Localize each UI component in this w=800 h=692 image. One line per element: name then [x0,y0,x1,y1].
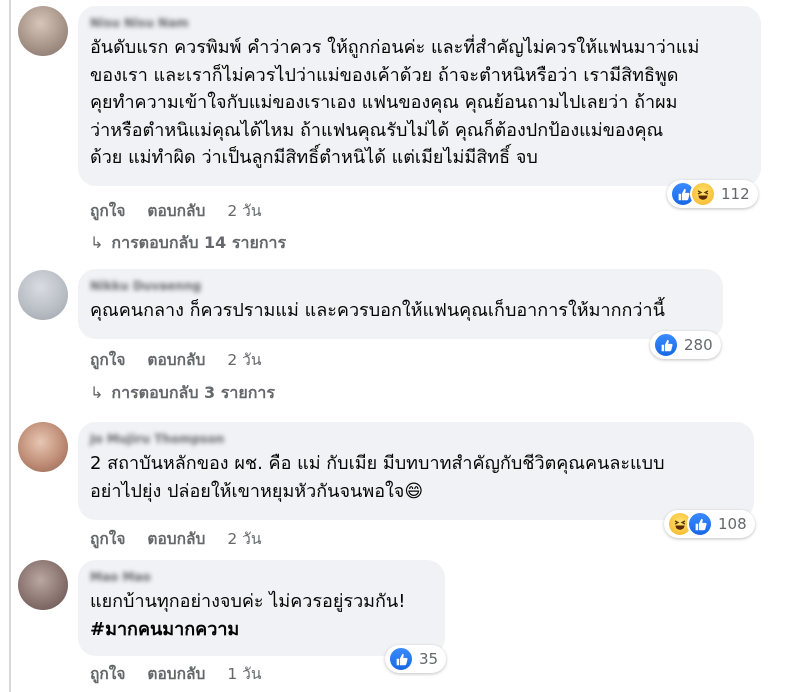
view-replies-link[interactable]: ↳ การตอบกลับ 14 รายการ [90,231,286,256]
comment-bubble: Nikku Duvaenng คุณคนกลาง ก็ควรปรามแม่ แล… [78,269,723,339]
avatar[interactable] [18,560,68,610]
haha-icon [690,181,716,207]
like-button[interactable]: ถูกใจ [90,202,125,220]
like-button[interactable]: ถูกใจ [90,665,125,683]
comment-text: แยกบ้านทุกอย่างจบค่ะ ไม่ควรอยู่รวมกัน! [90,591,406,612]
reaction-count: 280 [684,336,713,354]
comment-author[interactable]: Nisu Nisu Nam [90,14,747,32]
comment-actions: ถูกใจ ตอบกลับ 2 วัน [90,347,283,372]
replies-count-text: การตอบกลับ 3 รายการ [111,383,275,402]
like-icon [687,511,713,537]
comment-text: อันดับแรก ควรพิมพ์ คำว่าควร ให้ถูกก่อนค่… [90,37,700,168]
reaction-summary[interactable]: 108 [664,510,755,538]
timestamp[interactable]: 2 วัน [227,351,261,369]
comment-text: คุณคนกลาง ก็ควรปรามแม่ และควรบอกให้แฟนคุ… [90,300,665,321]
reaction-summary[interactable]: 112 [667,180,758,208]
like-icon [653,332,679,358]
reply-arrow-icon: ↳ [90,233,104,252]
like-button[interactable]: ถูกใจ [90,530,125,548]
reaction-count: 108 [718,515,747,533]
comment-bubble: Nisu Nisu Nam อันดับแรก ควรพิมพ์ คำว่าคว… [78,6,761,186]
reply-button[interactable]: ตอบกลับ [147,665,205,683]
reaction-count: 112 [721,185,750,203]
comment-author[interactable]: Mao Mao [90,568,431,586]
comment-actions: ถูกใจ ตอบกลับ 2 วัน [90,198,283,223]
comment-bubble: Jo Mujiru Thompson 2 สถาบันหลักของ ผช. ค… [78,422,754,520]
avatar[interactable] [18,422,68,472]
like-button[interactable]: ถูกใจ [90,351,125,369]
reply-button[interactable]: ตอบกลับ [147,530,205,548]
comment-author[interactable]: Jo Mujiru Thompson [90,430,740,448]
like-icon [388,646,414,672]
avatar[interactable] [18,6,68,56]
timestamp[interactable]: 1 วัน [227,665,261,683]
reaction-summary[interactable]: 35 [385,645,447,673]
comment-bubble: Mao Mao แยกบ้านทุกอย่างจบค่ะ ไม่ควรอยู่ร… [78,560,445,656]
timestamp[interactable]: 2 วัน [227,530,261,548]
reply-button[interactable]: ตอบกลับ [147,202,205,220]
comment-actions: ถูกใจ ตอบกลับ 2 วัน [90,526,283,551]
replies-count-text: การตอบกลับ 14 รายการ [111,233,287,252]
reaction-summary[interactable]: 280 [650,331,721,359]
comment-text: 2 สถาบันหลักของ ผช. คือ แม่ กับเมีย มีบท… [90,453,665,502]
thread-line [9,0,11,692]
timestamp[interactable]: 2 วัน [227,202,261,220]
hashtag-link[interactable]: #มากคนมากความ [90,616,431,644]
comment-actions: ถูกใจ ตอบกลับ 1 วัน [90,661,283,686]
comment-author[interactable]: Nikku Duvaenng [90,277,709,295]
reply-arrow-icon: ↳ [90,383,104,402]
reply-button[interactable]: ตอบกลับ [147,351,205,369]
avatar[interactable] [18,270,68,320]
reaction-count: 35 [419,650,439,668]
view-replies-link[interactable]: ↳ การตอบกลับ 3 รายการ [90,381,275,406]
